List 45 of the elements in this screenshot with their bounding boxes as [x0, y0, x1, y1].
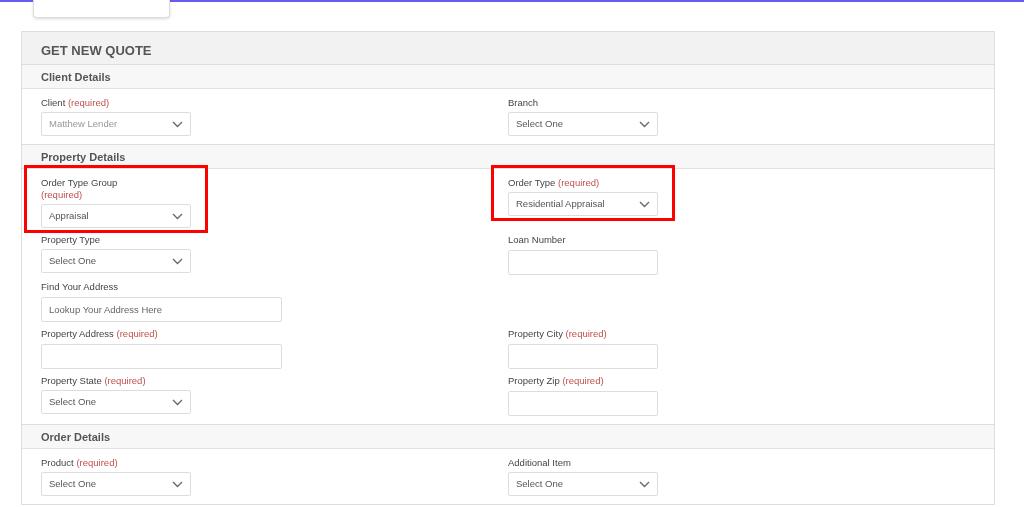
field-label: Order Type Group [41, 177, 118, 188]
required-note: (required) [562, 375, 604, 386]
section-header: Client Details [22, 65, 994, 89]
input-field[interactable] [508, 344, 658, 369]
section-header: Order Details [22, 425, 994, 449]
input-field[interactable] [508, 250, 658, 275]
chevron-down-icon [172, 257, 183, 265]
field-label: Property Zip [508, 375, 560, 386]
input-field[interactable] [508, 391, 658, 416]
required-note: (required) [41, 189, 83, 200]
chevron-down-icon [639, 120, 650, 128]
required-note: (required) [67, 97, 110, 108]
chevron-down-icon [172, 480, 183, 488]
field-label: Property Type [41, 234, 100, 245]
field-label: Client [41, 97, 66, 108]
required-note: (required) [104, 375, 146, 386]
field-label: Branch [508, 97, 539, 108]
dropdown[interactable]: Select One [508, 112, 658, 136]
field-label: Find Your Address [41, 281, 119, 292]
dropdown[interactable]: Appraisal [41, 204, 191, 228]
field-label: Property City [508, 328, 563, 339]
chevron-down-icon [639, 480, 650, 488]
input-field[interactable]: Lookup Your Address Here [41, 297, 282, 322]
dropdown[interactable]: Select One [41, 472, 191, 496]
dropdown[interactable]: Select One [41, 249, 191, 273]
dropdown[interactable]: Residential Appraisal [508, 192, 658, 216]
chevron-down-icon [172, 212, 183, 220]
field-label: Additional Item [508, 457, 571, 468]
dropdown[interactable]: Select One [41, 390, 191, 414]
field-label: Loan Number [508, 234, 566, 245]
form-title: GET NEW QUOTE [22, 32, 994, 65]
field-label: Order Type [508, 177, 556, 188]
field-label: Property State [41, 375, 102, 386]
chevron-down-icon [172, 120, 183, 128]
chevron-down-icon [639, 200, 650, 208]
section-header: Property Details [22, 145, 994, 169]
required-note: (required) [558, 177, 600, 188]
chevron-down-icon [172, 398, 183, 406]
field-label: Product [41, 457, 74, 468]
required-note: (required) [116, 328, 158, 339]
input-field[interactable] [41, 344, 282, 369]
dropdown[interactable]: Select One [508, 472, 658, 496]
required-note: (required) [76, 457, 118, 468]
field-label: Property Address [41, 328, 114, 339]
required-note: (required) [565, 328, 607, 339]
